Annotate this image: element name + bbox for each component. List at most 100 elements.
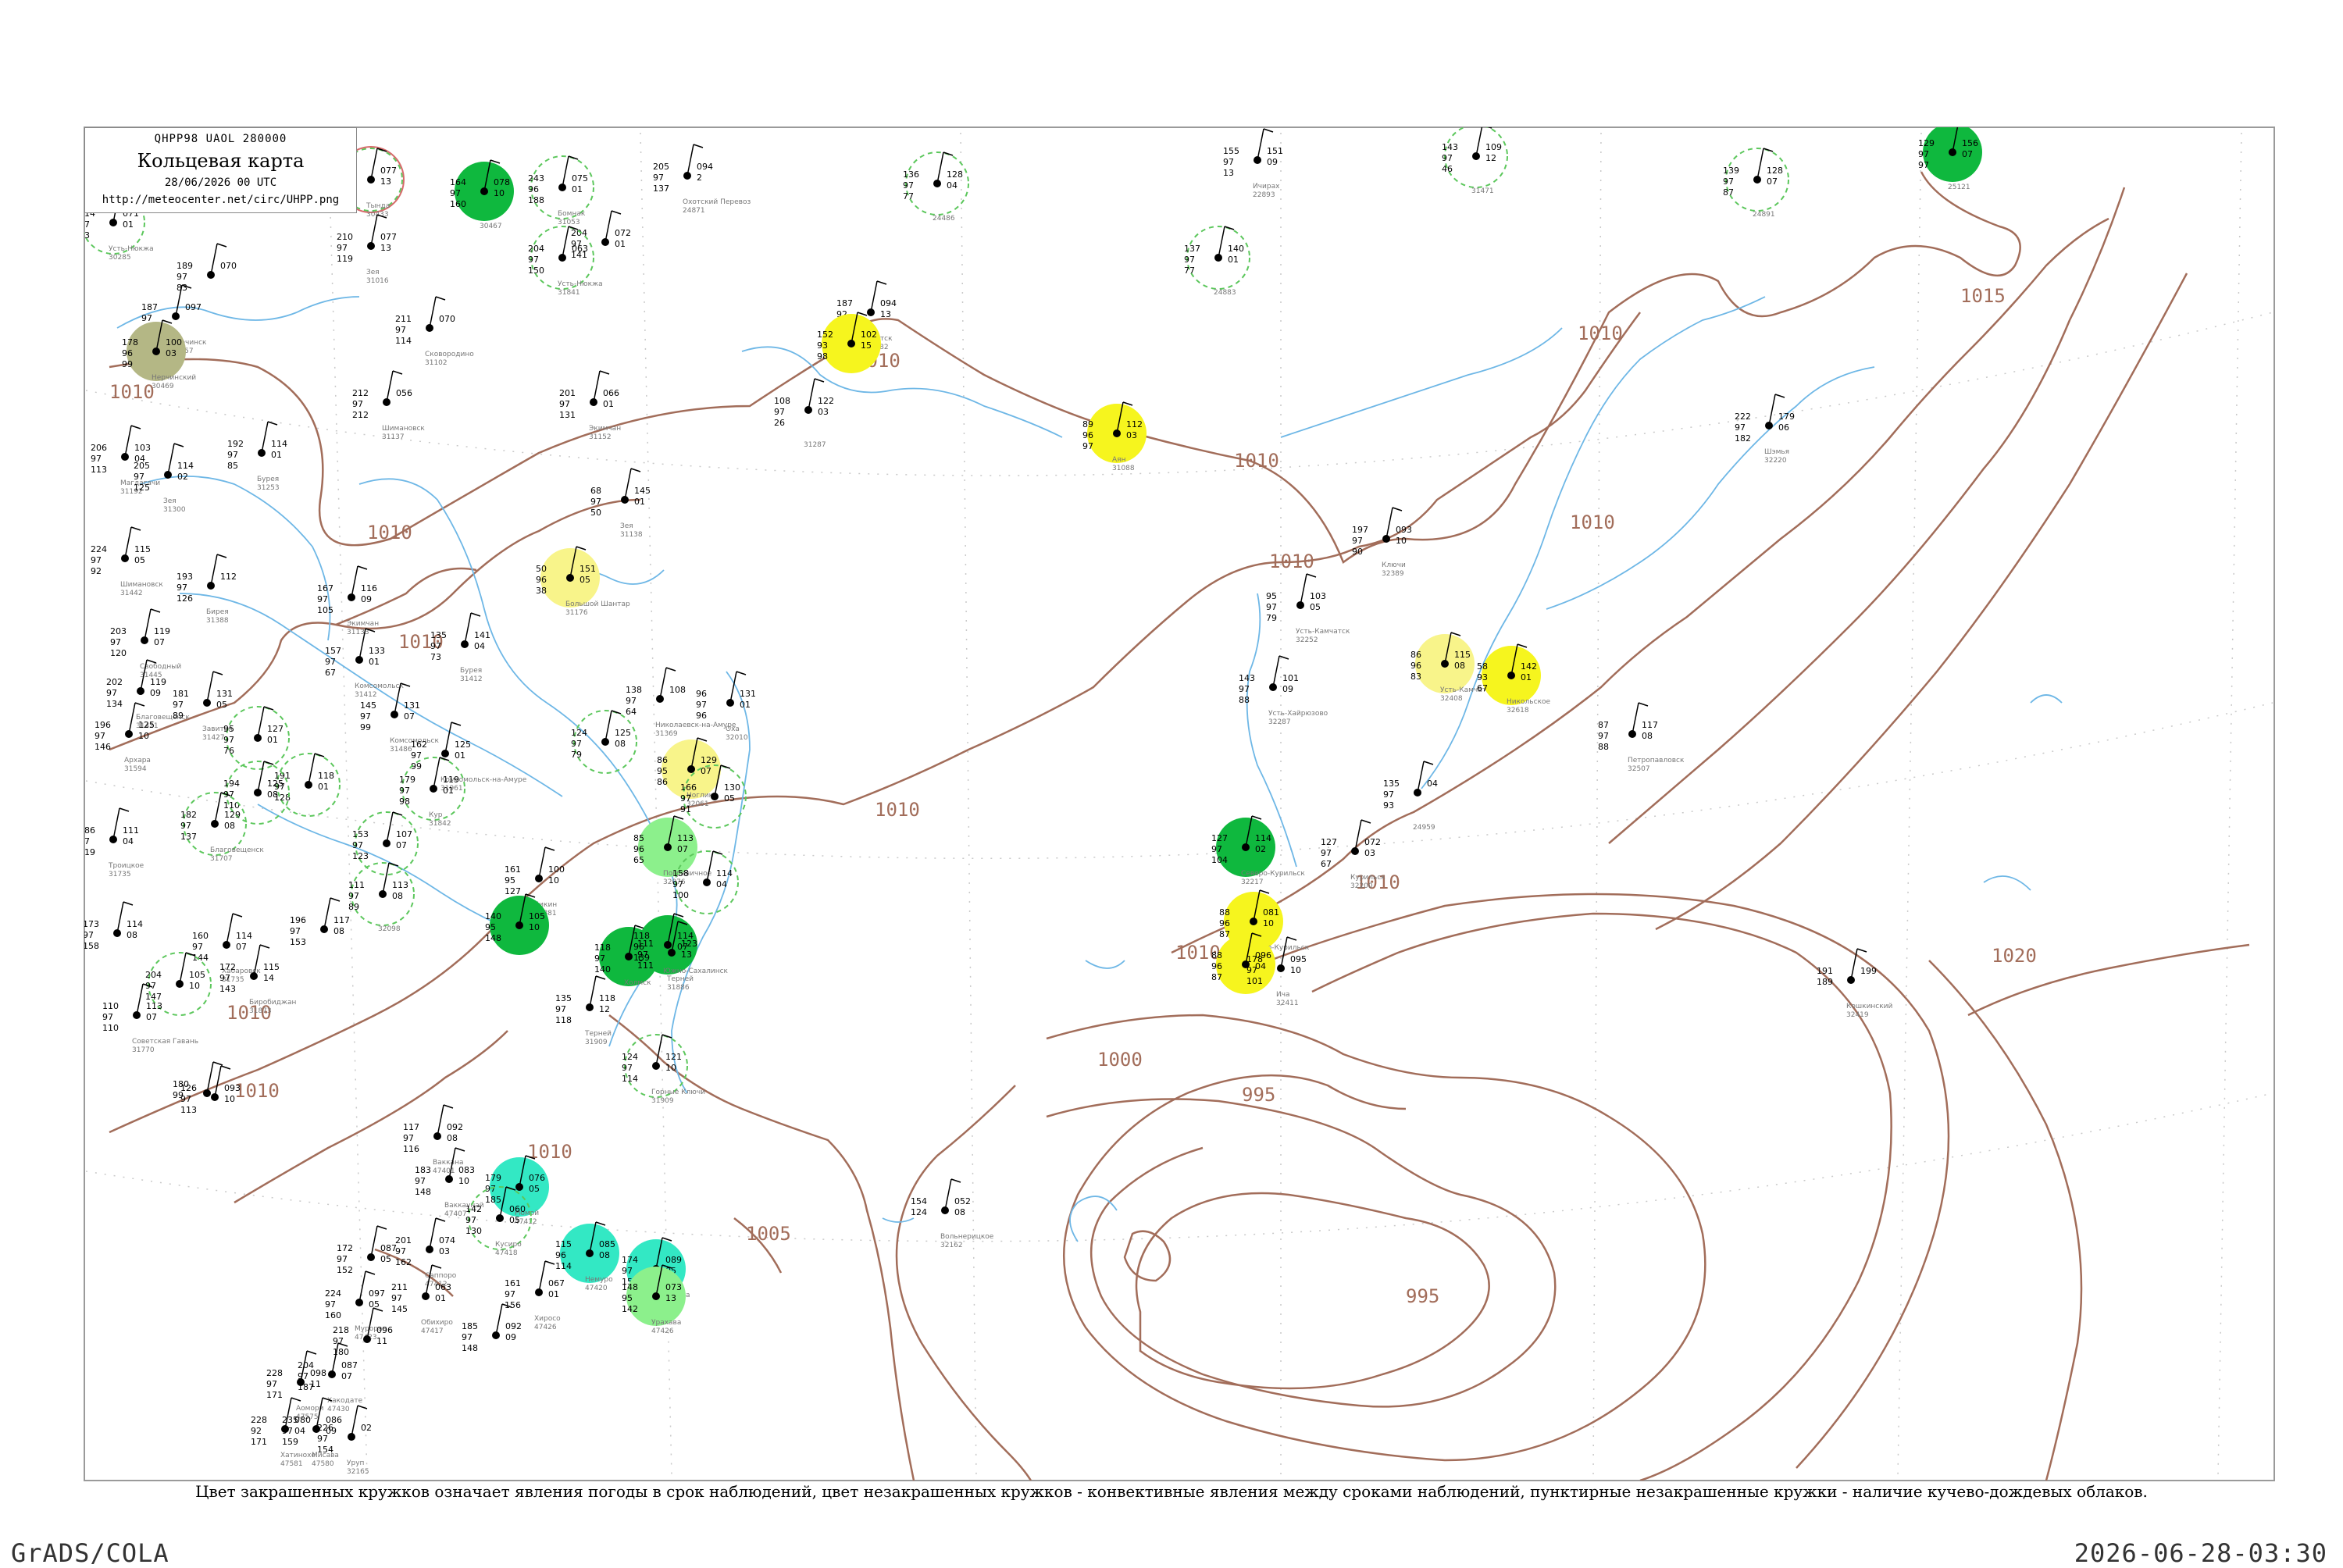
station-value: 97 <box>505 1289 515 1299</box>
station-value: 072 <box>1364 837 1381 847</box>
station-id: 31735 <box>109 871 131 878</box>
station-name: Хакодате <box>327 1397 363 1405</box>
station-value: 90 <box>1352 547 1363 557</box>
station-value: 087 <box>380 1243 397 1253</box>
station-name: Сковородино <box>425 351 474 358</box>
station-value: 204 <box>528 244 544 254</box>
station-value: 199 <box>1860 966 1877 976</box>
svg-text:1010: 1010 <box>527 1141 572 1163</box>
station-value: 124 <box>622 1052 638 1062</box>
station-value: 96 <box>528 184 539 194</box>
station-value: 114 <box>1255 833 1271 843</box>
station-value: 97 <box>317 594 328 604</box>
station-value: 67 <box>325 668 336 678</box>
station-value: 01 <box>271 450 282 460</box>
svg-text:1010: 1010 <box>1578 323 1623 344</box>
station-value: 02 <box>1255 844 1266 854</box>
station-name: Николаевск-на-Амуре <box>655 722 736 729</box>
station-id: 47407 <box>444 1210 467 1218</box>
station-name: Кур <box>429 811 443 819</box>
station-value: 67 <box>1477 683 1488 693</box>
svg-text:995: 995 <box>1242 1084 1275 1106</box>
station-value: 173 <box>83 919 99 929</box>
wind-barb-feather <box>1959 121 1968 124</box>
station-value: 97 <box>91 555 102 565</box>
station-name: Бомнак <box>558 210 586 218</box>
station-value: 228 <box>266 1368 283 1378</box>
station-id: 31388 <box>206 617 229 625</box>
station-value: 97 <box>430 641 441 651</box>
station-value: 10 <box>1290 965 1301 975</box>
station-value: 97 <box>110 637 121 647</box>
station-value: 070 <box>439 314 455 324</box>
station-id: 31176 <box>565 609 588 617</box>
station-value: 120 <box>110 648 127 658</box>
station-name: Троицкое <box>108 862 144 870</box>
station-value: 063 <box>435 1282 451 1292</box>
station-value: 97 <box>180 821 191 831</box>
svg-text:1000: 1000 <box>1097 1049 1143 1071</box>
station-id: 47580 <box>312 1460 334 1468</box>
station-value: 01 <box>1521 672 1532 682</box>
station-name: Советская Гавань <box>132 1038 198 1046</box>
station-name: Тында <box>366 202 390 210</box>
station-value: 196 <box>95 720 111 730</box>
station-id: 32408 <box>1440 695 1463 703</box>
station-id: 32098 <box>378 925 401 933</box>
station-value: 115 <box>1454 650 1471 660</box>
station-value: 97 <box>1239 684 1250 694</box>
station-value: 50 <box>590 508 601 518</box>
station-value: 143 <box>1442 142 1458 152</box>
station-value: 97 <box>1266 602 1277 612</box>
station-value: 152 <box>817 330 833 340</box>
station-id: 31102 <box>425 359 448 367</box>
station-value: 171 <box>266 1390 283 1400</box>
station-value: 58 <box>1477 661 1488 672</box>
station-value: 123 <box>681 939 697 949</box>
station-value: 143 <box>219 984 236 994</box>
station-value: 125 <box>138 720 155 730</box>
station-value: 116 <box>403 1144 419 1154</box>
station-value: 145 <box>634 486 651 496</box>
station-value: 97 <box>223 735 234 745</box>
station-id: 30285 <box>109 254 131 262</box>
station-value: 03 <box>439 1246 450 1256</box>
station-value: 05 <box>134 555 145 565</box>
station-value: 87 <box>1598 720 1609 730</box>
station-value: 153 <box>352 829 369 839</box>
station-value: 166 <box>680 782 697 793</box>
station-value: 118 <box>555 1015 572 1025</box>
station-id: 31138 <box>620 531 643 539</box>
station-value: 101 <box>1246 976 1263 986</box>
station-value: 04 <box>294 1426 305 1436</box>
station-value: 094 <box>697 162 713 172</box>
station-value: 12 <box>1485 153 1496 163</box>
station-value: 97 <box>290 926 301 936</box>
station-value: 07 <box>677 844 688 854</box>
station-value: 114 <box>177 461 194 471</box>
station-value: 128 <box>947 169 963 180</box>
station-name: Никольское <box>1507 698 1551 706</box>
station-value: 127 <box>1321 837 1337 847</box>
station-value: 07 <box>1767 176 1778 187</box>
station-value: 119 <box>79 847 95 857</box>
station-value: 118 <box>594 943 611 953</box>
station-id: 32165 <box>347 1468 369 1476</box>
station-value: 160 <box>450 199 466 209</box>
station-value: 056 <box>396 388 412 398</box>
bulletin-code: QHPP98 UAOL 280000 <box>154 133 287 145</box>
station-value: 100 <box>166 337 182 347</box>
station-id: 47426 <box>534 1324 557 1331</box>
station-value: 076 <box>529 1173 545 1183</box>
station-name: Уруп <box>347 1459 365 1467</box>
station-value: 123 <box>352 851 369 861</box>
station-value: 148 <box>485 933 501 943</box>
station-id: 47581 <box>280 1460 303 1468</box>
station-value: 01 <box>455 750 465 761</box>
station-value: 083 <box>458 1165 475 1175</box>
station-value: 185 <box>485 1195 501 1205</box>
station-value: 092 <box>505 1321 522 1331</box>
station-value: 179 <box>1778 412 1795 422</box>
station-value: 167 <box>317 583 333 593</box>
station-value: 97 <box>219 973 230 983</box>
